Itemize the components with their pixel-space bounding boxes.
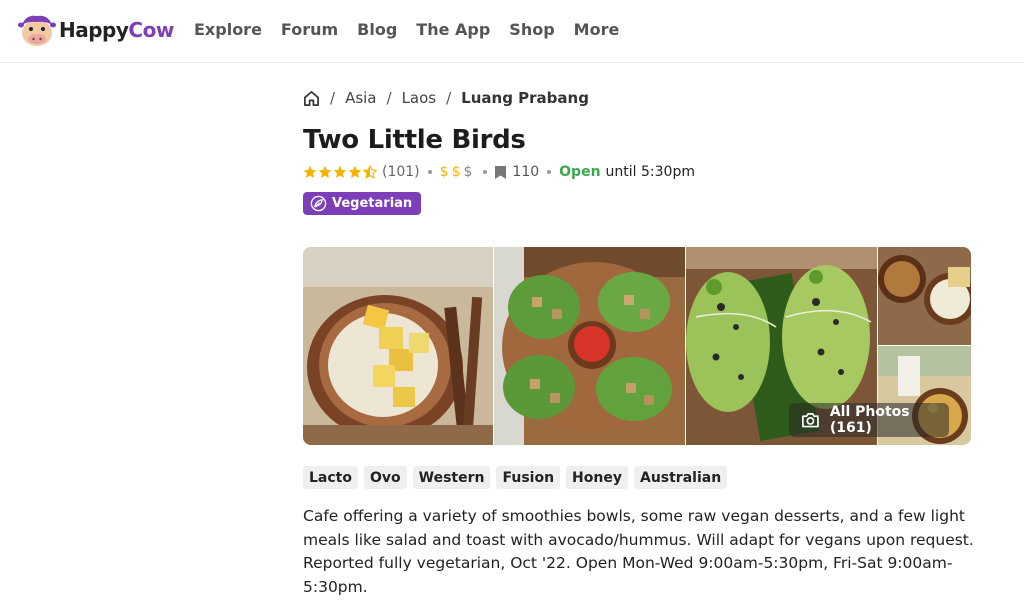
tag-honey[interactable]: Honey [566, 466, 628, 489]
separator-dot [427, 170, 432, 174]
separator-dot [483, 170, 488, 174]
price-symbol: $ [463, 164, 473, 180]
bookmark-count: 110 [512, 164, 540, 180]
nav-forum[interactable]: Forum [281, 20, 338, 39]
photo-granola-bowls[interactable] [878, 247, 971, 345]
star-icon [348, 165, 362, 178]
home-icon[interactable] [303, 90, 320, 107]
nav-explore[interactable]: Explore [194, 20, 262, 39]
vegetarian-badge[interactable]: Vegetarian [303, 192, 421, 215]
listing-description: Cafe offering a variety of smoothies bow… [303, 507, 974, 596]
photo-smoothie-bowl-image [303, 247, 493, 445]
tag-ovo[interactable]: Ovo [363, 466, 407, 489]
photo-lettuce-wraps[interactable] [494, 247, 685, 445]
breadcrumb-separator: / [330, 89, 336, 107]
separator-dot [547, 170, 552, 174]
page-title: Two Little Birds [303, 125, 526, 155]
half-star-icon [363, 165, 377, 179]
star-icon [333, 165, 347, 178]
cuisine-tags: Lacto Ovo Western Fusion Honey Australia… [303, 466, 733, 489]
bookmark-icon[interactable] [495, 165, 507, 179]
breadcrumb-asia[interactable]: Asia [345, 89, 376, 107]
open-status: Open [559, 164, 601, 180]
review-count[interactable]: (101) [382, 164, 420, 180]
tag-fusion[interactable]: Fusion [496, 466, 561, 489]
badge-label: Vegetarian [332, 196, 413, 211]
tag-australian[interactable]: Australian [633, 466, 728, 489]
star-rating[interactable]: (101) [303, 164, 420, 180]
camera-icon [802, 413, 819, 428]
price-level: $ $ $ [440, 164, 476, 180]
photo-gallery[interactable]: All Photos (161) [303, 247, 971, 445]
main-nav: Explore Forum Blog The App Shop More [194, 20, 638, 39]
breadcrumb-luang-prabang[interactable]: Luang Prabang [461, 89, 589, 107]
cow-logo-icon [18, 15, 56, 46]
breadcrumb: / Asia / Laos / Luang Prabang [303, 89, 589, 107]
price-symbol: $ [439, 164, 449, 180]
photo-smoothie-bowl[interactable] [303, 247, 493, 445]
listing-meta: (101) $ $ $ 110 Open until 5:30pm [303, 164, 695, 180]
tag-lacto[interactable]: Lacto [303, 466, 358, 489]
nav-shop[interactable]: Shop [509, 20, 554, 39]
photo-lettuce-wraps-image [494, 247, 685, 445]
logo-text: HappyCow [59, 18, 174, 42]
star-icon [318, 165, 332, 178]
leaf-icon [310, 195, 327, 212]
open-until: until 5:30pm [605, 164, 695, 180]
nav-more[interactable]: More [574, 20, 620, 39]
breadcrumb-laos[interactable]: Laos [402, 89, 437, 107]
price-symbol: $ [451, 164, 461, 180]
breadcrumb-separator: / [386, 89, 392, 107]
tag-western[interactable]: Western [412, 466, 491, 489]
nav-blog[interactable]: Blog [357, 20, 397, 39]
breadcrumb-separator: / [446, 89, 452, 107]
all-photos-button[interactable]: All Photos (161) [789, 403, 949, 437]
photo-granola-bowls-image [878, 247, 971, 345]
nav-the-app[interactable]: The App [416, 20, 490, 39]
star-icon [303, 165, 317, 178]
happycow-logo[interactable]: HappyCow [18, 12, 174, 48]
site-header: HappyCow Explore Forum Blog The App Shop… [0, 0, 1024, 63]
all-photos-label: All Photos (161) [829, 404, 910, 436]
